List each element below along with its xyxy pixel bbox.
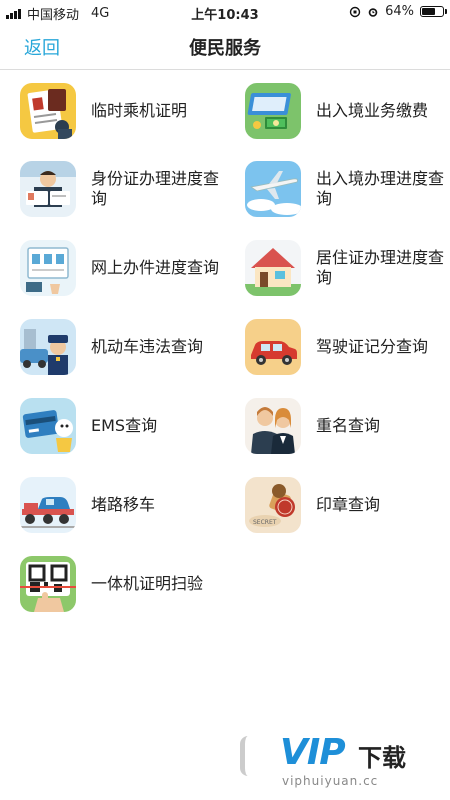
airplane-icon (245, 161, 301, 217)
service-label: 出入境业务缴费 (316, 101, 429, 120)
status-bar: 中国移动 4G 上午10:43 64% (0, 0, 450, 24)
orientation-lock-icon (349, 6, 361, 17)
service-label: 身份证办理进度查询 (91, 169, 220, 208)
ems-card-icon (20, 398, 76, 454)
car-icon (245, 319, 301, 375)
watermark-url: viphuiyuan.cc (282, 774, 379, 788)
online-form-icon (20, 240, 76, 296)
watermark-mark (240, 736, 256, 776)
service-item-exit-entry-progress[interactable]: 出入境办理进度查询 (245, 159, 450, 219)
service-label: 重名查询 (316, 416, 381, 435)
stamp-icon: SECRET (245, 477, 301, 533)
nav-bar: 返回 便民服务 (0, 24, 450, 70)
service-label: 印章查询 (316, 495, 381, 514)
service-label: 临时乘机证明 (91, 101, 188, 120)
watermark-logo: VIP (280, 732, 346, 773)
service-label: 一体机证明扫验 (91, 574, 204, 593)
page-title: 便民服务 (189, 38, 261, 59)
watermark: VIP 下载 viphuiyuan.cc (240, 732, 430, 792)
watermark-logo-cn: 下载 (358, 744, 406, 772)
battery-icon (420, 6, 447, 17)
service-label: 网上办件进度查询 (91, 258, 220, 277)
service-label: 堵路移车 (91, 495, 156, 514)
service-item-kiosk-certificate-scan[interactable]: 一体机证明扫验 (20, 554, 230, 614)
service-item-seal-query[interactable]: SECRET 印章查询 (245, 475, 450, 535)
service-item-vehicle-violation[interactable]: 机动车违法查询 (20, 317, 230, 377)
people-icon (245, 398, 301, 454)
service-item-online-progress[interactable]: 网上办件进度查询 (20, 238, 230, 298)
house-icon (245, 240, 301, 296)
service-item-duplicate-name[interactable]: 重名查询 (245, 396, 450, 456)
payment-icon (245, 83, 301, 139)
id-card-icon (20, 161, 76, 217)
service-item-residence-permit-progress[interactable]: 居住证办理进度查询 (245, 238, 450, 298)
service-label: EMS查询 (91, 416, 158, 435)
service-label: 居住证办理进度查询 (316, 248, 445, 287)
service-label: 机动车违法查询 (91, 337, 204, 356)
service-item-exit-entry-payment[interactable]: 出入境业务缴费 (245, 81, 450, 141)
battery-percent: 64% (385, 4, 414, 19)
service-item-blocked-road-move-car[interactable]: 堵路移车 (20, 475, 230, 535)
service-label: 驾驶证记分查询 (316, 337, 429, 356)
service-item-license-points[interactable]: 驾驶证记分查询 (245, 317, 450, 377)
certificate-icon (20, 83, 76, 139)
traffic-police-icon (20, 319, 76, 375)
service-item-temporary-boarding[interactable]: 临时乘机证明 (20, 81, 230, 141)
service-label: 出入境办理进度查询 (316, 169, 445, 208)
tow-truck-icon (20, 477, 76, 533)
status-right: 64% (349, 4, 447, 19)
qr-scan-icon (20, 556, 76, 612)
alarm-icon (368, 7, 378, 17)
service-item-id-card-progress[interactable]: 身份证办理进度查询 (20, 159, 230, 219)
service-item-ems[interactable]: EMS查询 (20, 396, 230, 456)
svg-text:SECRET: SECRET (253, 519, 277, 526)
